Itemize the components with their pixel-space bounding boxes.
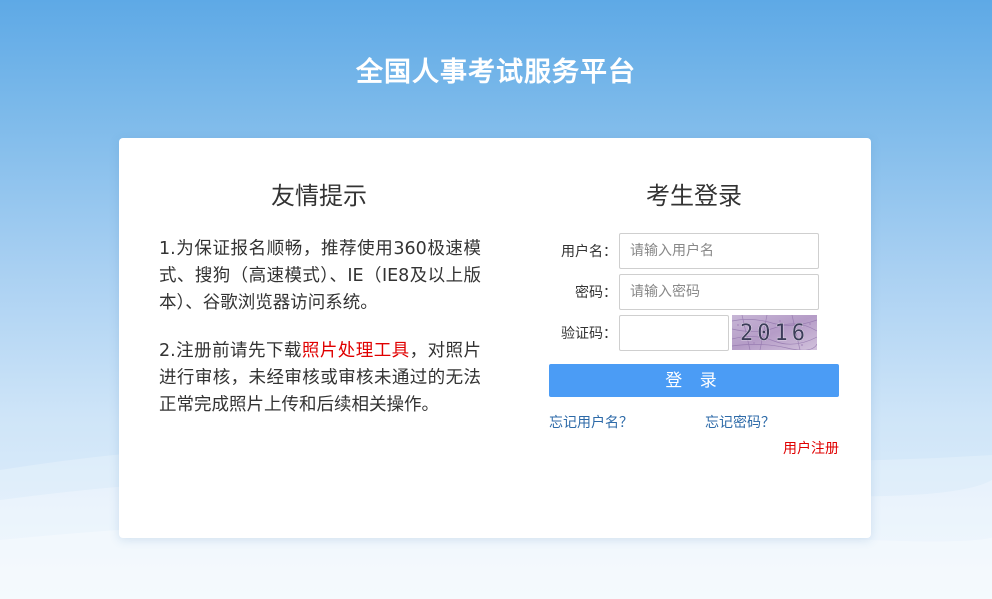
captcha-label: 验证码： [561, 326, 617, 342]
login-title: 考生登录 [646, 182, 742, 210]
forgot-username-link[interactable]: 忘记用户名？ [549, 412, 633, 432]
captcha-image[interactable]: 2016 [732, 315, 817, 350]
username-label: 用户名： [561, 244, 617, 260]
main-panel: 友情提示 1.为保证报名顺畅，推荐使用360极速模式、搜狗（高速模式）、IE（I… [119, 138, 871, 538]
captcha-input[interactable] [619, 315, 729, 351]
photo-tool-download-link[interactable]: 照片处理工具 [302, 341, 410, 361]
username-input[interactable] [619, 233, 819, 269]
notice-paragraph-1: 1.为保证报名顺畅，推荐使用360极速模式、搜狗（高速模式）、IE（IE8及以上… [159, 239, 481, 313]
notice-title: 友情提示 [271, 182, 367, 210]
notice-paragraph-2: 2.注册前请先下载照片处理工具，对照片进行审核，未经审核或审核未通过的无法正常完… [159, 338, 481, 419]
register-link[interactable]: 用户注册 [769, 438, 839, 458]
site-title: 全国人事考试服务平台 [356, 57, 636, 88]
password-label: 密码： [575, 285, 617, 301]
password-input[interactable] [619, 274, 819, 310]
login-button[interactable]: 登 录 [549, 364, 839, 397]
notice-paragraph-2-before: 2.注册前请先下载 [159, 341, 302, 361]
forgot-password-link[interactable]: 忘记密码？ [705, 412, 775, 432]
captcha-code-text: 2016 [740, 321, 809, 346]
